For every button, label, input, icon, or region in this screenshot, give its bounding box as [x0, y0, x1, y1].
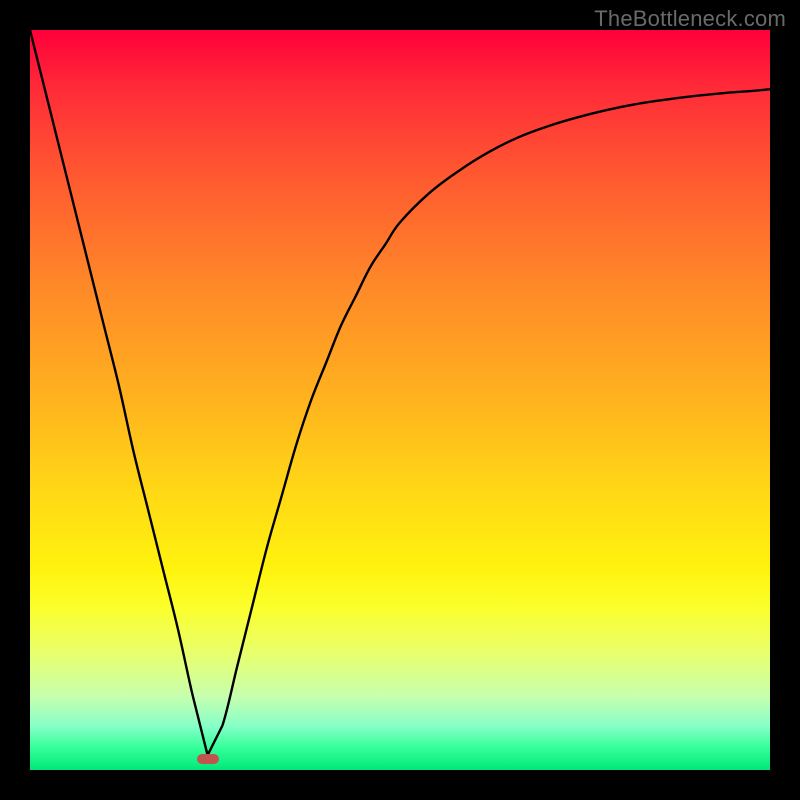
chart-plot-area — [30, 30, 770, 770]
minimum-marker — [197, 754, 219, 764]
watermark-text: TheBottleneck.com — [594, 6, 786, 32]
bottleneck-curve — [30, 30, 770, 770]
